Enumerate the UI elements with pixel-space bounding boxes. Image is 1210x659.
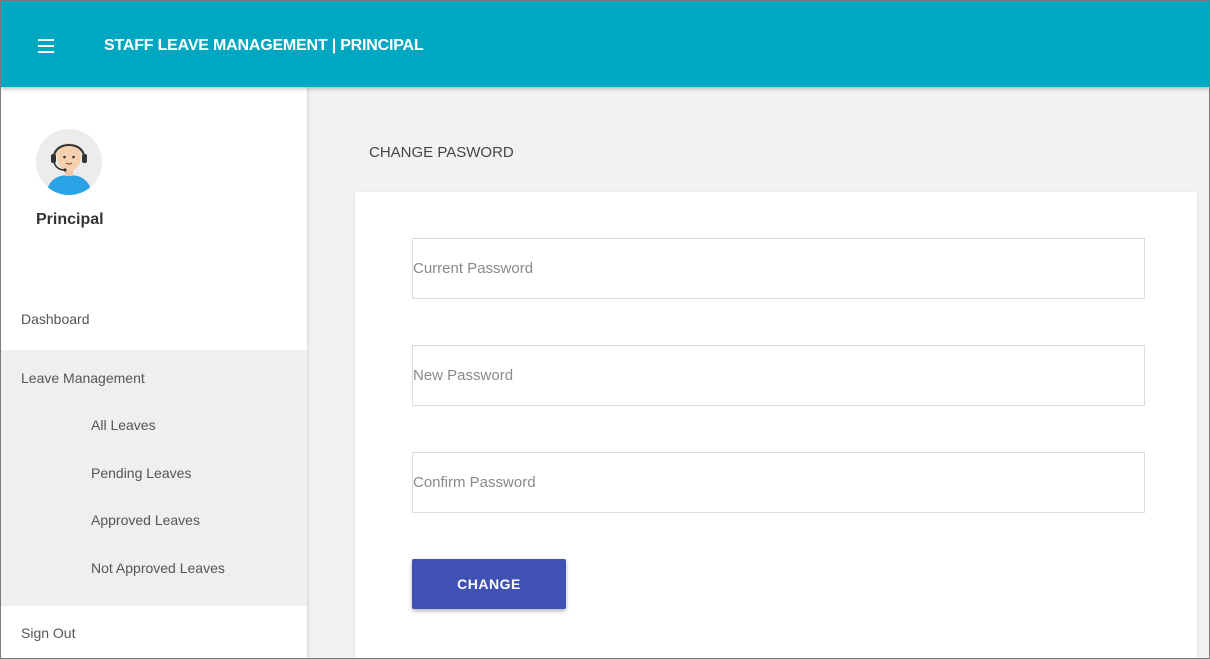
sidebar-item-label: Dashboard: [21, 311, 90, 327]
sidebar: Principal Dashboard Leave Management All…: [1, 87, 307, 658]
confirm-password-field[interactable]: [412, 452, 1145, 513]
sidebar-item-dashboard[interactable]: Dashboard: [1, 297, 307, 345]
sidebar-item-label: Sign Out: [21, 625, 76, 641]
sidebar-item-label: All Leaves: [91, 417, 156, 433]
sidebar-item-all-leaves[interactable]: All Leaves: [1, 406, 307, 446]
app-window: STAFF LEAVE MANAGEMENT | PRINCIPAL Princ…: [0, 0, 1210, 659]
sidebar-item-pending-leaves[interactable]: Pending Leaves: [1, 454, 307, 494]
avatar: [36, 129, 102, 195]
current-password-field[interactable]: [412, 238, 1145, 299]
sidebar-item-leave-management[interactable]: Leave Management: [1, 356, 307, 404]
sidebar-item-sign-out[interactable]: Sign Out: [1, 611, 307, 658]
sidebar-item-label: Not Approved Leaves: [91, 560, 225, 576]
support-agent-avatar-icon: [36, 129, 102, 195]
sidebar-item-not-approved-leaves[interactable]: Not Approved Leaves: [1, 549, 307, 589]
change-button[interactable]: CHANGE: [412, 559, 566, 609]
profile-name: Principal: [36, 211, 104, 228]
sidebar-group-leave-management: Leave Management All Leaves Pending Leav…: [1, 350, 307, 606]
sidebar-item-label: Pending Leaves: [91, 465, 192, 481]
sidebar-item-label: Leave Management: [21, 370, 145, 386]
top-app-bar: STAFF LEAVE MANAGEMENT | PRINCIPAL: [1, 1, 1209, 87]
new-password-field[interactable]: [412, 345, 1145, 406]
hamburger-menu-icon[interactable]: [38, 39, 54, 53]
change-password-card: CHANGE: [355, 192, 1197, 658]
sidebar-item-approved-leaves[interactable]: Approved Leaves: [1, 501, 307, 541]
page-title: CHANGE PASWORD: [369, 144, 514, 161]
sidebar-item-label: Approved Leaves: [91, 512, 200, 528]
app-title: STAFF LEAVE MANAGEMENT | PRINCIPAL: [104, 37, 424, 54]
